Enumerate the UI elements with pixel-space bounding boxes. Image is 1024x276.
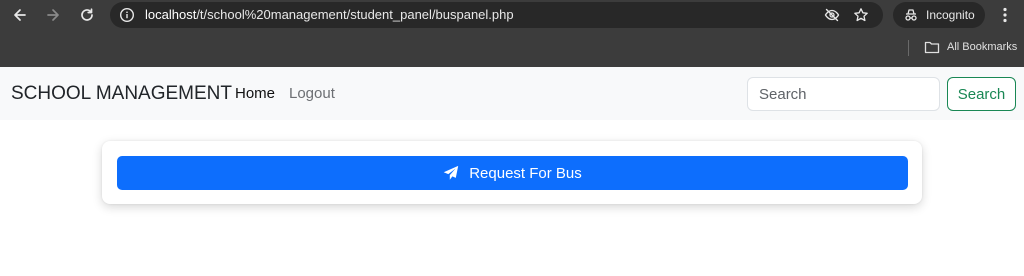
browser-menu-icon[interactable] (995, 5, 1015, 25)
search-input[interactable] (747, 77, 940, 111)
url-text[interactable]: localhost/t/school%20management/student_… (145, 7, 514, 23)
incognito-icon (905, 9, 917, 21)
forward-button[interactable] (42, 4, 64, 26)
browser-toolbar: localhost/t/school%20management/student_… (0, 0, 1024, 30)
arrow-right-icon (47, 9, 59, 21)
reload-button[interactable] (76, 4, 98, 26)
paper-plane-icon (443, 165, 459, 180)
request-bus-label: Request For Bus (469, 164, 582, 182)
all-bookmarks-label: All Bookmarks (947, 41, 1018, 53)
star-icon[interactable] (853, 7, 869, 23)
bookmarks-divider (908, 40, 909, 56)
request-bus-button[interactable]: Request For Bus (117, 156, 908, 190)
url-host: localhost (145, 7, 197, 22)
all-bookmarks-button[interactable]: All Bookmarks (924, 39, 1017, 55)
eye-off-icon[interactable] (824, 7, 840, 23)
search-button[interactable]: Search (947, 77, 1016, 111)
url-path: /t/school%20management/student_panel/bus… (196, 7, 514, 22)
nav-link-logout[interactable]: Logout (289, 85, 335, 103)
site-info-icon[interactable] (119, 7, 135, 23)
reload-icon (81, 8, 93, 21)
address-bar[interactable]: localhost/t/school%20management/student_… (110, 2, 883, 28)
brand-title[interactable]: SCHOOL MANAGEMENT (11, 83, 232, 105)
bookmarks-bar: All Bookmarks (0, 30, 1024, 67)
folder-icon (924, 41, 940, 54)
browser-chrome: localhost/t/school%20management/student_… (0, 0, 1024, 67)
arrow-left-icon (14, 9, 26, 21)
nav-link-home[interactable]: Home (235, 85, 275, 103)
incognito-label: Incognito (926, 8, 975, 22)
back-button[interactable] (9, 4, 31, 26)
incognito-indicator[interactable]: Incognito (893, 2, 985, 28)
bus-request-card: Request For Bus (102, 141, 922, 204)
navbar: SCHOOL MANAGEMENT Home Logout Search (0, 67, 1024, 120)
